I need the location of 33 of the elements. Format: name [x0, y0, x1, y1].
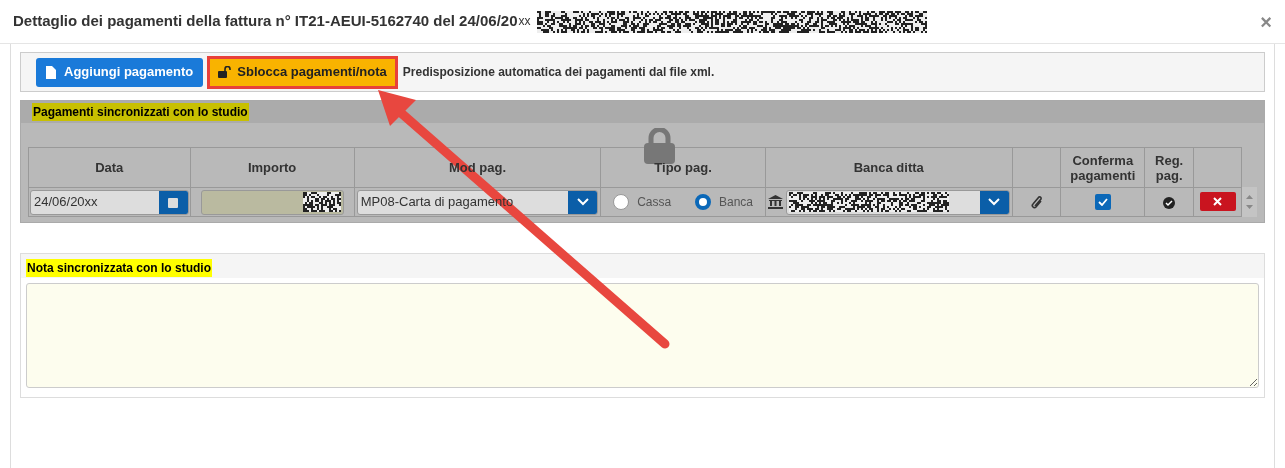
date-field[interactable]: 24/06/20xx: [30, 189, 189, 215]
chevron-down-icon: [988, 198, 1001, 206]
bank-icon: [767, 195, 783, 209]
close-icon: [1213, 197, 1223, 207]
chevron-down-icon: [576, 198, 589, 206]
column-header: Tipo pag.: [654, 160, 712, 175]
redacted-amount: [302, 192, 341, 212]
check-icon: [1097, 198, 1108, 207]
bank-select[interactable]: [785, 189, 1010, 215]
column-header: Reg. pag.: [1155, 152, 1184, 183]
close-button[interactable]: ×: [1260, 11, 1272, 32]
amount-field[interactable]: [200, 189, 344, 215]
column-header: Importo: [247, 160, 297, 175]
payment-type-radio[interactable]: Banca: [694, 193, 753, 211]
paperclip-icon[interactable]: [1029, 194, 1044, 211]
info-text: Predisposizione automatica dei pagamenti dal file xml.: [402, 64, 715, 81]
unlock-icon: [218, 66, 232, 78]
add-payment-button[interactable]: Aggiungi pagamento: [36, 57, 204, 87]
delete-button[interactable]: [1199, 192, 1236, 212]
unlock-button[interactable]: Sblocca pagamenti/nota: [207, 55, 398, 89]
panel-title: Nota sincronizzata con lo studio: [26, 259, 212, 277]
column-header: Data: [95, 160, 124, 175]
document-icon: [46, 65, 56, 79]
calendar-button[interactable]: [158, 190, 188, 214]
column-header: Conferma pagamenti: [1070, 152, 1136, 183]
note-field[interactable]: [26, 283, 1259, 388]
payment-type-radio[interactable]: Cassa: [613, 193, 672, 211]
year-suffix: xx: [518, 12, 531, 30]
confirm-checkbox[interactable]: [1094, 194, 1111, 211]
dialog-title: Dettaglio dei pagamenti della fattura n° IT21-AEUI-5162740 del 24/06/20: [13, 11, 518, 32]
panel-title: Pagamenti sincronizzati con lo studio: [32, 103, 249, 121]
column-header: Banca ditta: [853, 160, 924, 175]
calendar-icon: [168, 196, 179, 208]
